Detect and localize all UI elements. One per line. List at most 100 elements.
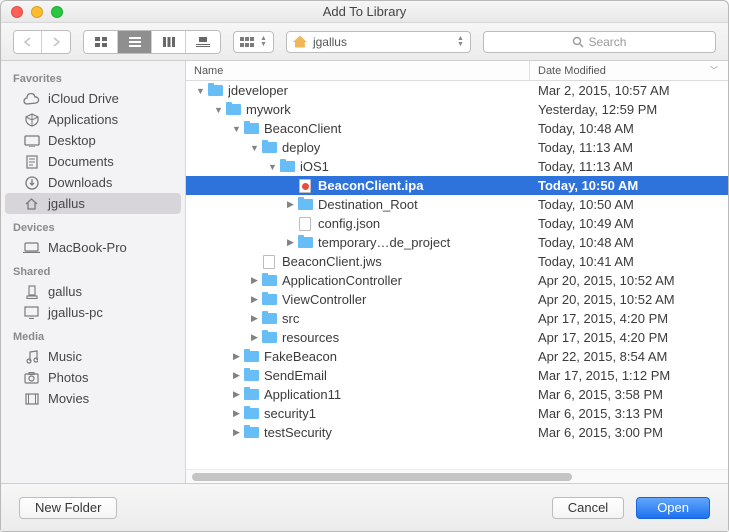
file-row[interactable]: ▶ Application11Mar 6, 2015, 3:58 PM: [186, 385, 728, 404]
column-headers: Name Date Modified﹀: [186, 61, 728, 81]
sidebar-item-downloads[interactable]: Downloads: [5, 172, 181, 193]
file-name: BeaconClient: [264, 121, 530, 136]
sidebar-item-jgallus[interactable]: jgallus: [5, 193, 181, 214]
file-row[interactable]: BeaconClient.ipaToday, 10:50 AM: [186, 176, 728, 195]
disclosure-triangle[interactable]: ▶: [230, 389, 243, 400]
file-icon: [261, 254, 277, 270]
disclosure-triangle[interactable]: ▶: [230, 370, 243, 381]
file-icon: [297, 216, 313, 232]
sidebar-group-header: Shared: [1, 258, 185, 281]
file-name: jdeveloper: [228, 83, 530, 98]
sidebar-item-label: Applications: [48, 112, 118, 127]
disclosure-triangle[interactable]: ▶: [248, 332, 261, 343]
search-field[interactable]: Search: [483, 31, 716, 53]
column-header-date[interactable]: Date Modified﹀: [530, 61, 728, 80]
sidebar-item-documents[interactable]: Documents: [5, 151, 181, 172]
music-icon: [23, 349, 40, 364]
file-date: Apr 20, 2015, 10:52 AM: [530, 292, 728, 307]
disclosure-triangle[interactable]: ▶: [248, 294, 261, 305]
folder-icon: [207, 83, 223, 99]
file-row[interactable]: ▶srcApr 17, 2015, 4:20 PM: [186, 309, 728, 328]
disclosure-triangle[interactable]: ▼: [212, 105, 225, 115]
file-row[interactable]: ▶temporary…de_projectToday, 10:48 AM: [186, 233, 728, 252]
file-date: Today, 10:50 AM: [530, 178, 728, 193]
coverflow-view-button[interactable]: [186, 31, 220, 53]
disclosure-triangle[interactable]: ▶: [284, 199, 297, 210]
file-row[interactable]: ▼deployToday, 11:13 AM: [186, 138, 728, 157]
file-name: Application11: [264, 387, 530, 402]
file-row[interactable]: ▶ApplicationControllerApr 20, 2015, 10:5…: [186, 271, 728, 290]
disclosure-triangle[interactable]: ▼: [230, 124, 243, 134]
forward-button[interactable]: [42, 31, 70, 53]
window-title: Add To Library: [1, 4, 728, 19]
disclosure-triangle[interactable]: ▶: [284, 237, 297, 248]
sidebar-item-label: Documents: [48, 154, 114, 169]
file-date: Today, 10:49 AM: [530, 216, 728, 231]
file-name: config.json: [318, 216, 530, 231]
file-name: testSecurity: [264, 425, 530, 440]
arrange-dropdown[interactable]: ▲▼: [233, 31, 274, 53]
cancel-button[interactable]: Cancel: [552, 497, 624, 519]
file-date: Today, 10:48 AM: [530, 235, 728, 250]
file-row[interactable]: config.jsonToday, 10:49 AM: [186, 214, 728, 233]
back-button[interactable]: [14, 31, 42, 53]
file-row[interactable]: ▶resourcesApr 17, 2015, 4:20 PM: [186, 328, 728, 347]
sidebar-item-movies[interactable]: Movies: [5, 388, 181, 409]
disclosure-triangle[interactable]: ▼: [266, 162, 279, 172]
file-date: Today, 10:48 AM: [530, 121, 728, 136]
open-panel: Add To Library ▲▼: [0, 0, 729, 532]
file-name: FakeBeacon: [264, 349, 530, 364]
list-view-button[interactable]: [118, 31, 152, 53]
location-dropdown[interactable]: jgallus ▲▼: [286, 31, 471, 53]
file-list[interactable]: ▼jdeveloperMar 2, 2015, 10:57 AM▼myworkY…: [186, 81, 728, 469]
column-view-button[interactable]: [152, 31, 186, 53]
disclosure-triangle[interactable]: ▼: [248, 143, 261, 153]
sidebar-item-applications[interactable]: Applications: [5, 109, 181, 130]
file-row[interactable]: ▼ BeaconClientToday, 10:48 AM: [186, 119, 728, 138]
file-row[interactable]: ▼jdeveloperMar 2, 2015, 10:57 AM: [186, 81, 728, 100]
view-mode-segment: [83, 30, 221, 54]
icon-view-button[interactable]: [84, 31, 118, 53]
disclosure-triangle[interactable]: ▶: [230, 408, 243, 419]
file-row[interactable]: ▼myworkYesterday, 12:59 PM: [186, 100, 728, 119]
column-header-name[interactable]: Name: [186, 61, 530, 80]
sidebar-item-jgallus-pc[interactable]: jgallus-pc: [5, 302, 181, 323]
scrollbar-thumb[interactable]: [192, 473, 572, 481]
disclosure-triangle[interactable]: ▶: [248, 313, 261, 324]
sidebar-item-gallus[interactable]: gallus: [5, 281, 181, 302]
file-row[interactable]: BeaconClient.jwsToday, 10:41 AM: [186, 252, 728, 271]
sidebar-item-desktop[interactable]: Desktop: [5, 130, 181, 151]
disclosure-triangle[interactable]: ▼: [194, 86, 207, 96]
file-row[interactable]: ▼iOS1Today, 11:13 AM: [186, 157, 728, 176]
sidebar-group-header: Favorites: [1, 65, 185, 88]
file-name: BeaconClient.jws: [282, 254, 530, 269]
sidebar-item-music[interactable]: Music: [5, 346, 181, 367]
file-row[interactable]: ▶testSecurityMar 6, 2015, 3:00 PM: [186, 423, 728, 442]
disclosure-triangle[interactable]: ▶: [248, 275, 261, 286]
file-date: Today, 10:41 AM: [530, 254, 728, 269]
folder-icon: [279, 159, 295, 175]
file-date: Today, 10:50 AM: [530, 197, 728, 212]
footer: New Folder Cancel Open: [1, 483, 728, 531]
photo-icon: [23, 370, 40, 385]
sidebar-item-label: Movies: [48, 391, 89, 406]
sidebar-item-macbook-pro[interactable]: MacBook-Pro: [5, 237, 181, 258]
file-row[interactable]: ▶ ViewControllerApr 20, 2015, 10:52 AM: [186, 290, 728, 309]
new-folder-button[interactable]: New Folder: [19, 497, 117, 519]
nav-buttons: [13, 30, 71, 54]
file-name: src: [282, 311, 530, 326]
folder-icon: [297, 197, 313, 213]
file-row[interactable]: ▶Destination_RootToday, 10:50 AM: [186, 195, 728, 214]
open-button[interactable]: Open: [636, 497, 710, 519]
file-row[interactable]: ▶SendEmailMar 17, 2015, 1:12 PM: [186, 366, 728, 385]
file-name: SendEmail: [264, 368, 530, 383]
disclosure-triangle[interactable]: ▶: [230, 427, 243, 438]
file-name: ViewController: [282, 292, 530, 307]
file-row[interactable]: ▶security1Mar 6, 2015, 3:13 PM: [186, 404, 728, 423]
disclosure-triangle[interactable]: ▶: [230, 351, 243, 362]
sidebar-item-photos[interactable]: Photos: [5, 367, 181, 388]
horizontal-scrollbar[interactable]: [186, 469, 728, 483]
sidebar-item-icloud-drive[interactable]: iCloud Drive: [5, 88, 181, 109]
file-date: Mar 6, 2015, 3:58 PM: [530, 387, 728, 402]
file-row[interactable]: ▶FakeBeaconApr 22, 2015, 8:54 AM: [186, 347, 728, 366]
